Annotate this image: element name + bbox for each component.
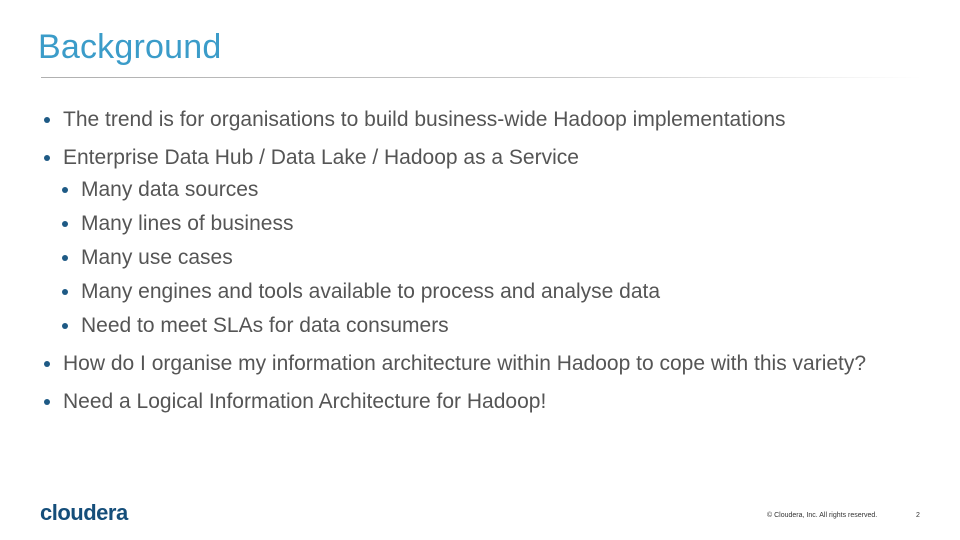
bullet-item: The trend is for organisations to build …: [43, 106, 923, 134]
bullet-icon: [62, 289, 68, 295]
copyright-notice: © Cloudera, Inc. All rights reserved.: [767, 512, 878, 519]
sub-bullet-text: Need to meet SLAs for data consumers: [81, 314, 449, 337]
cloudera-logo: cloudera: [40, 500, 128, 525]
slide-title: Background: [38, 28, 222, 66]
bullet-text: How do I organise my information archite…: [63, 352, 867, 375]
sub-bullet-text: Many use cases: [81, 246, 233, 269]
title-divider: [41, 77, 921, 78]
bullet-icon: [62, 187, 68, 193]
sub-bullet-item: Many data sources: [43, 176, 923, 204]
bullet-icon: [62, 221, 68, 227]
bullet-icon: [44, 361, 50, 367]
bullet-item: Need a Logical Information Architecture …: [43, 388, 923, 416]
bullet-icon: [62, 323, 68, 329]
sub-bullet-text: Many data sources: [81, 178, 259, 201]
sub-bullet-item: Many lines of business: [43, 210, 923, 238]
sub-bullet-text: Many lines of business: [81, 212, 294, 235]
sub-bullet-item: Many use cases: [43, 244, 923, 272]
sub-bullet-text: Many engines and tools available to proc…: [81, 280, 661, 303]
sub-bullet-item: Many engines and tools available to proc…: [43, 278, 923, 306]
bullet-icon: [44, 117, 50, 123]
bullet-icon: [62, 255, 68, 261]
page-number: 2: [916, 512, 920, 519]
bullet-list: The trend is for organisations to build …: [43, 106, 923, 426]
sub-bullet-list: Many data sources Many lines of business…: [43, 176, 923, 340]
bullet-text: The trend is for organisations to build …: [63, 108, 786, 131]
bullet-icon: [44, 155, 50, 161]
bullet-icon: [44, 399, 50, 405]
bullet-item: Enterprise Data Hub / Data Lake / Hadoop…: [43, 144, 923, 172]
bullet-text: Enterprise Data Hub / Data Lake / Hadoop…: [63, 146, 579, 169]
bullet-text: Need a Logical Information Architecture …: [63, 390, 547, 413]
bullet-item: How do I organise my information archite…: [43, 350, 883, 378]
sub-bullet-item: Need to meet SLAs for data consumers: [43, 312, 923, 340]
